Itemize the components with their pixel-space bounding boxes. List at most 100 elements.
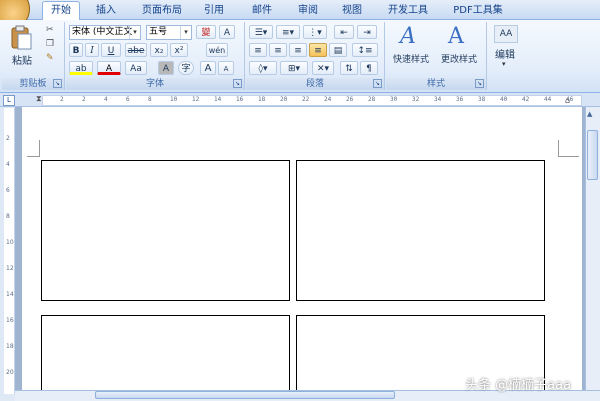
clipboard-launcher-icon[interactable]: ↘ bbox=[53, 79, 62, 88]
font-group: 宋体 (中文正文 ▾ 五号 ▾ 變 A B I U abe x₂ x² wén … bbox=[66, 22, 245, 90]
find-icon[interactable]: AA bbox=[494, 25, 518, 43]
tab-references[interactable]: 引用 bbox=[196, 2, 232, 19]
font-launcher-icon[interactable]: ↘ bbox=[233, 79, 242, 88]
ruler-tick-label: 6 bbox=[126, 96, 130, 103]
ruler-tick-label: 40 bbox=[500, 96, 508, 103]
table-cell[interactable] bbox=[296, 160, 545, 301]
line-spacing-icon[interactable]: ↕≡ bbox=[352, 43, 378, 57]
font-size-value: 五号 bbox=[149, 27, 168, 37]
styles-launcher-icon[interactable]: ↘ bbox=[475, 79, 484, 88]
grow-font-button[interactable]: A bbox=[200, 61, 216, 75]
ruler-tick-label: 30 bbox=[390, 96, 398, 103]
shading-icon[interactable]: ◊▾ bbox=[249, 61, 277, 75]
tab-home[interactable]: 开始 bbox=[42, 1, 80, 20]
justify-icon[interactable]: ≡ bbox=[309, 43, 327, 57]
ruler-tick-label: 2 bbox=[60, 96, 64, 103]
ruler-tick-label: 28 bbox=[368, 96, 376, 103]
bullets-icon[interactable]: ☰▾ bbox=[249, 25, 273, 39]
font-name-value: 宋体 (中文正文 bbox=[72, 27, 133, 37]
shrink-font-button[interactable]: A bbox=[218, 61, 234, 75]
scroll-up-icon[interactable]: ▲ bbox=[587, 110, 592, 118]
change-case-button[interactable]: Aa bbox=[125, 61, 147, 75]
styles-group-label: 样式 bbox=[386, 78, 486, 90]
format-painter-icon[interactable]: ✎ bbox=[46, 53, 54, 63]
chevron-down-icon: ▾ bbox=[180, 26, 191, 39]
table-cell[interactable] bbox=[41, 160, 290, 301]
strikethrough-button[interactable]: abe bbox=[125, 43, 147, 57]
align-left-icon[interactable]: ≡ bbox=[249, 43, 267, 57]
italic-button[interactable]: I bbox=[85, 43, 99, 57]
ruler-tick-label: 20 bbox=[280, 96, 288, 103]
phonetic-guide-button[interactable]: wén bbox=[206, 43, 228, 57]
underline-button[interactable]: U bbox=[101, 43, 121, 57]
table-cell[interactable] bbox=[41, 315, 290, 397]
ruler-tick-label: 12 bbox=[6, 265, 14, 272]
numbering-icon[interactable]: ≡▾ bbox=[276, 25, 300, 39]
borders-icon[interactable]: ⊞▾ bbox=[280, 61, 308, 75]
tab-insert[interactable]: 插入 bbox=[88, 2, 124, 19]
font-color-button[interactable]: A bbox=[97, 61, 121, 75]
show-marks-icon[interactable]: ¶ bbox=[360, 61, 378, 75]
char-border-button[interactable]: A bbox=[219, 25, 235, 39]
highlight-button[interactable]: ab bbox=[69, 61, 93, 75]
superscript-button[interactable]: x² bbox=[170, 43, 188, 57]
increase-indent-icon[interactable]: ⇥ bbox=[357, 25, 377, 39]
bold-button[interactable]: B bbox=[69, 43, 83, 57]
font-name-select[interactable]: 宋体 (中文正文 ▾ bbox=[69, 25, 141, 40]
ruler-tick-label: 26 bbox=[346, 96, 354, 103]
distributed-icon[interactable]: ▤ bbox=[329, 43, 347, 57]
quick-styles-icon[interactable]: A bbox=[400, 24, 416, 49]
ruler-tick-label: 2 bbox=[6, 135, 10, 142]
change-styles-button[interactable]: 更改样式 bbox=[436, 52, 482, 65]
horizontal-scroll-thumb[interactable] bbox=[95, 391, 395, 399]
sort-icon[interactable]: ⇅ bbox=[340, 61, 358, 75]
font-size-select[interactable]: 五号 ▾ bbox=[146, 25, 192, 40]
quick-styles-button[interactable]: 快速样式 bbox=[388, 52, 434, 65]
paragraph-group: ☰▾ ≡▾ ⋮▾ ⇤ ⇥ ≡ ≡ ≡ ≡ ▤ ↕≡ ◊▾ ⊞▾ ✕▾ ⇅ ¶ 段… bbox=[246, 22, 385, 90]
change-styles-icon[interactable]: A bbox=[448, 24, 464, 49]
first-line-indent-icon[interactable]: ⧗ bbox=[36, 94, 42, 104]
tab-selector-icon[interactable]: L bbox=[3, 95, 15, 106]
right-indent-icon[interactable]: ⌂ bbox=[565, 96, 570, 105]
ruler-tick-label: 12 bbox=[192, 96, 200, 103]
ruler-tick-label: 4 bbox=[6, 161, 10, 168]
tab-mailings[interactable]: 邮件 bbox=[244, 2, 280, 19]
multilevel-list-icon[interactable]: ⋮▾ bbox=[303, 25, 327, 39]
ruler-tick-label: 6 bbox=[6, 187, 10, 194]
align-center-icon[interactable]: ≡ bbox=[269, 43, 287, 57]
ruler-tick-label: 16 bbox=[236, 96, 244, 103]
paste-icon[interactable] bbox=[10, 24, 32, 50]
cut-icon[interactable]: ✂ bbox=[46, 25, 54, 35]
copy-icon[interactable]: ❐ bbox=[46, 39, 54, 49]
ruler-tick-label: 16 bbox=[6, 317, 14, 324]
tab-view[interactable]: 视图 bbox=[334, 2, 370, 19]
ruler-tick-label: 18 bbox=[258, 96, 266, 103]
tab-page-layout[interactable]: 页面布局 bbox=[136, 2, 188, 19]
paragraph-launcher-icon[interactable]: ↘ bbox=[373, 79, 382, 88]
vertical-scroll-thumb[interactable] bbox=[587, 130, 598, 180]
decrease-indent-icon[interactable]: ⇤ bbox=[334, 25, 354, 39]
tab-developer[interactable]: 开发工具 bbox=[380, 2, 436, 19]
ruler-tick-label: 22 bbox=[302, 96, 310, 103]
ruler-tick-label: 8 bbox=[6, 213, 10, 220]
ruler-tick-label: 4 bbox=[104, 96, 108, 103]
crop-mark bbox=[27, 140, 40, 157]
char-shading-button[interactable]: A bbox=[158, 61, 174, 75]
editing-button[interactable]: 编辑 bbox=[488, 46, 522, 61]
watermark-text: 头条 @楠楠子aaa bbox=[465, 378, 572, 393]
tab-review[interactable]: 审阅 bbox=[290, 2, 326, 19]
tab-pdf-tools[interactable]: PDF工具集 bbox=[446, 2, 510, 19]
chevron-down-icon: ▾ bbox=[502, 60, 506, 68]
enclose-char-button[interactable]: 字 bbox=[178, 61, 194, 75]
wen-button[interactable]: 變 bbox=[196, 25, 216, 39]
ruler-tick-label: 10 bbox=[170, 96, 178, 103]
paste-button[interactable]: 粘贴 bbox=[4, 52, 40, 67]
ruler-tick-label: 38 bbox=[478, 96, 486, 103]
subscript-button[interactable]: x₂ bbox=[150, 43, 168, 57]
chinese-layout-icon[interactable]: ✕▾ bbox=[312, 61, 334, 75]
ruler-tick-label: 44 bbox=[544, 96, 552, 103]
ruler-tick-label: 10 bbox=[6, 239, 14, 246]
align-right-icon[interactable]: ≡ bbox=[289, 43, 307, 57]
crop-mark bbox=[558, 140, 579, 157]
clipboard-group: 粘贴 ✂ ❐ ✎ 剪贴板 ↘ bbox=[2, 22, 65, 90]
